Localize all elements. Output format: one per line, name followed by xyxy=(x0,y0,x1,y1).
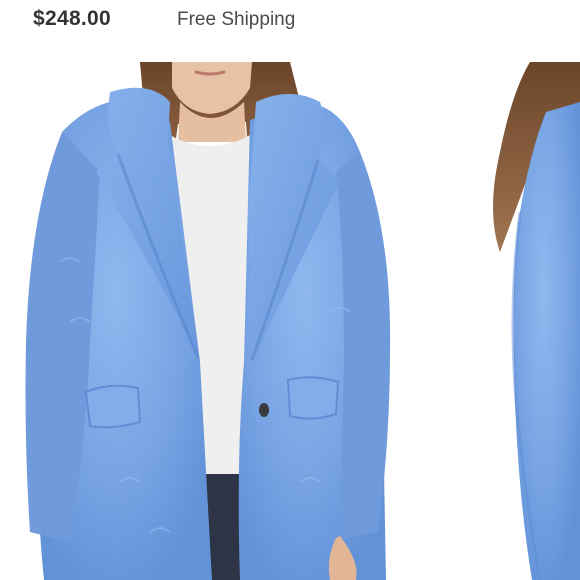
listing-header: $248.00 Free Shipping xyxy=(0,0,580,62)
coat-left-pocket-flap xyxy=(84,384,142,429)
price-label: $248.00 xyxy=(33,7,112,30)
coat-right-pocket-flap xyxy=(286,376,340,420)
shipping-label: Free Shipping xyxy=(177,9,296,30)
secondary-product-photo[interactable] xyxy=(493,62,580,580)
coat-button xyxy=(259,403,269,417)
product-image-gallery[interactable] xyxy=(0,62,580,580)
main-product-photo[interactable] xyxy=(25,62,391,580)
coat-right-sleeve xyxy=(336,152,391,540)
